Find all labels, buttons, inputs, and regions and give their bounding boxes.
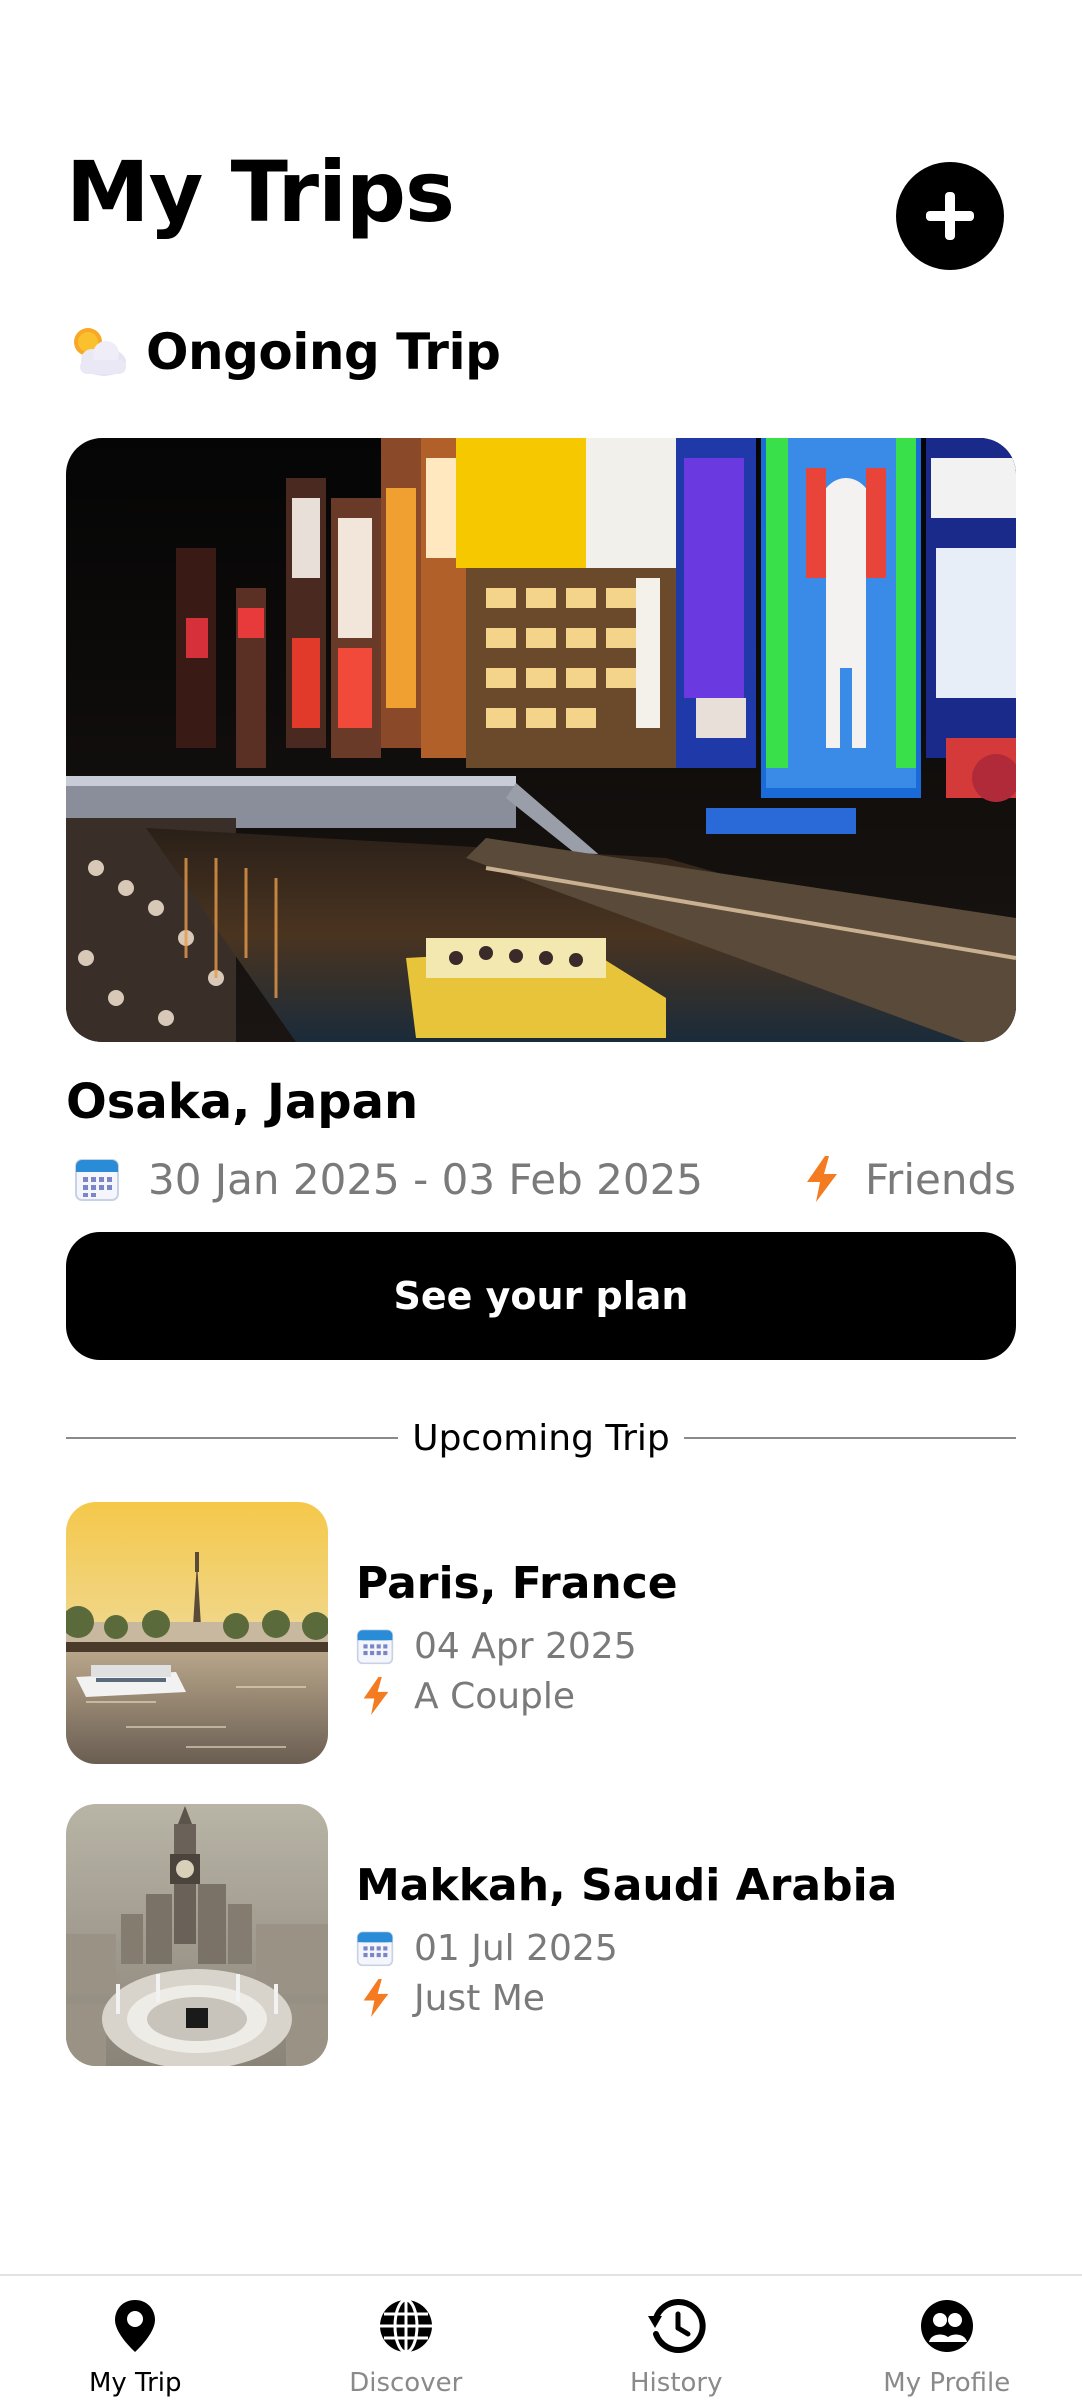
upcoming-trip-card[interactable]: Makkah, Saudi Arabia 01 Jul 2025 Just Me [66,1804,1016,2066]
upcoming-trip-heading: Upcoming Trip [412,1417,670,1459]
plus-icon [926,192,974,240]
nav-label: My Trip [88,2368,182,2398]
page-title: My Trips [66,143,455,241]
divider-line-right [683,1437,1016,1439]
bolt-icon [363,1979,389,2017]
calendar-icon [356,1629,394,1665]
trip-thumbnail [66,1502,328,1764]
paris-seine-image [66,1502,328,1764]
bolt-icon [363,1677,389,1715]
ongoing-trip-meta: 30 Jan 2025 - 03 Feb 2025 Friends [66,1150,1016,1208]
divider-line-left [66,1437,399,1439]
trip-thumbnail [66,1804,328,2066]
ongoing-trip-dates: 30 Jan 2025 - 03 Feb 2025 [148,1154,704,1204]
upcoming-trip-date: 01 Jul 2025 [414,1927,618,1969]
nav-label: Discover [349,2368,463,2398]
upcoming-trip-companions: Just Me [414,1977,545,2019]
upcoming-trip-companions-row: A Couple [356,1674,575,1718]
upcoming-trip-divider: Upcoming Trip [66,1417,1016,1459]
upcoming-trip-destination: Makkah, Saudi Arabia [356,1860,898,1911]
nav-label: My Profile [883,2368,1011,2398]
ongoing-trip-companions: Friends [864,1154,1016,1204]
profile-icon [920,2300,973,2352]
nav-item-discover[interactable]: Discover [271,2276,542,2402]
history-icon [648,2298,706,2353]
nav-item-my-trip[interactable]: My Trip [0,2276,271,2402]
nav-item-history[interactable]: History [541,2276,812,2402]
makkah-image [66,1804,328,2066]
map-pin-icon [115,2300,156,2352]
ongoing-trip-destination: Osaka, Japan [66,1074,419,1130]
upcoming-trip-date-row: 04 Apr 2025 [356,1624,637,1668]
upcoming-trip-companions: A Couple [414,1675,576,1717]
upcoming-trip-date-row: 01 Jul 2025 [356,1926,618,1970]
upcoming-trip-date: 04 Apr 2025 [414,1625,637,1667]
calendar-icon [75,1159,119,1201]
see-your-plan-button[interactable]: See your plan [66,1232,1016,1360]
ongoing-trip-label: Ongoing Trip [146,323,501,381]
ongoing-trip-heading: Ongoing Trip [66,322,501,382]
upcoming-trip-destination: Paris, France [356,1558,678,1609]
globe-icon [379,2298,432,2354]
bottom-navigation: My Trip Discover History My Profile [0,2274,1082,2402]
nav-item-my-profile[interactable]: My Profile [812,2276,1082,2402]
sun-behind-cloud-icon [74,328,126,376]
calendar-icon [356,1931,394,1967]
upcoming-trip-card[interactable]: Paris, France 04 Apr 2025 A Couple [66,1502,1016,1764]
bolt-icon [806,1156,837,1202]
my-trips-screen: My Trips Ongoing Trip Osaka, Japan 30 Ja… [0,0,1082,2402]
ongoing-trip-image[interactable] [66,438,1016,1042]
upcoming-trip-companions-row: Just Me [356,1976,545,2020]
add-trip-button[interactable] [896,162,1004,270]
osaka-night-scene [66,438,1016,1042]
nav-label: History [630,2368,723,2398]
